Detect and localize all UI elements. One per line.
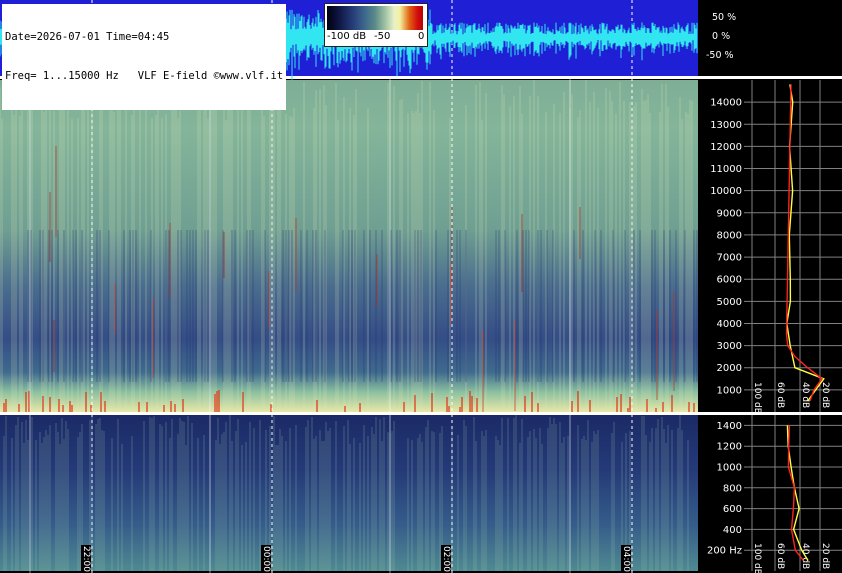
upper-db-tick-2: 40 dB <box>800 382 810 408</box>
waveform-tick-minus50: -50 % <box>706 50 734 61</box>
side-separator-top <box>698 76 842 79</box>
colorbar-gradient <box>327 6 423 30</box>
side-separator-mid <box>698 412 842 415</box>
time-tick-2200: 22:00 <box>81 545 91 573</box>
upper-freq-tick-13: 14000 <box>710 98 742 109</box>
recording-info-box: Date=2026-07-01 Time=04:45 Freq= 1...150… <box>2 4 287 110</box>
upper-freq-tick-9: 10000 <box>710 186 742 197</box>
upper-freq-tick-10: 11000 <box>710 164 742 175</box>
lower-freq-tick-0: 200 Hz <box>707 546 742 557</box>
frequency-range-label: Freq= 1...15000 Hz VLF E-field ©www.vlf.… <box>5 70 284 82</box>
time-tick-0200: 02:00 <box>441 545 451 573</box>
lower-spectrogram-background <box>0 415 698 571</box>
spectrogram-separator <box>0 412 698 415</box>
upper-freq-tick-1: 2000 <box>717 363 742 374</box>
upper-freq-tick-5: 6000 <box>717 275 742 286</box>
lower-freq-tick-4: 1000 <box>717 463 742 474</box>
colorbar-max-label: 0 <box>418 31 425 42</box>
upper-freq-tick-6: 7000 <box>717 253 742 264</box>
lower-freq-tick-3: 800 <box>723 483 742 494</box>
time-tick-0000: 00:00 <box>261 545 271 573</box>
upper-freq-tick-4: 5000 <box>717 297 742 308</box>
waveform-tick-50: 50 % <box>712 12 737 23</box>
lower-freq-tick-6: 1400 <box>717 421 742 432</box>
waveform-tick-0: 0 % <box>712 31 731 42</box>
lower-freq-tick-1: 400 <box>723 525 742 536</box>
vlf-spectrogram-view: 1000 2000 3000 4000 5000 6000 7000 8000 9000 1000… <box>0 0 842 573</box>
colorbar-min-label: -100 dB <box>327 31 367 42</box>
upper-freq-tick-2: 3000 <box>717 341 742 352</box>
upper-db-tick-1: 60 dB <box>775 382 785 408</box>
lower-db-tick-3: 20 dB <box>820 543 830 569</box>
upper-freq-tick-11: 12000 <box>710 142 742 153</box>
upper-freq-tick-3: 4000 <box>717 319 742 330</box>
time-tick-0400: 04:00 <box>621 545 631 573</box>
upper-freq-tick-0: 1000 <box>717 385 742 396</box>
lower-db-tick-0: 100 dB <box>752 543 762 573</box>
lower-freq-tick-5: 1200 <box>717 442 742 453</box>
upper-freq-tick-8: 9000 <box>717 208 742 219</box>
upper-freq-tick-7: 8000 <box>717 230 742 241</box>
lower-freq-tick-2: 600 <box>723 504 742 515</box>
upper-db-tick-0: 100 dB <box>752 382 762 414</box>
upper-db-tick-3: 20 dB <box>820 382 830 408</box>
upper-freq-tick-12: 13000 <box>710 120 742 131</box>
spectrum-side-layer: 1000 2000 3000 4000 5000 6000 7000 8000 9000 1000… <box>698 0 842 573</box>
date-time-label: Date=2026-07-01 Time=04:45 <box>5 31 170 43</box>
colorbar-mid-label: -50 <box>374 31 391 42</box>
colorbar-legend: -100 dB -50 0 <box>324 3 428 47</box>
lower-db-tick-1: 60 dB <box>775 543 785 569</box>
